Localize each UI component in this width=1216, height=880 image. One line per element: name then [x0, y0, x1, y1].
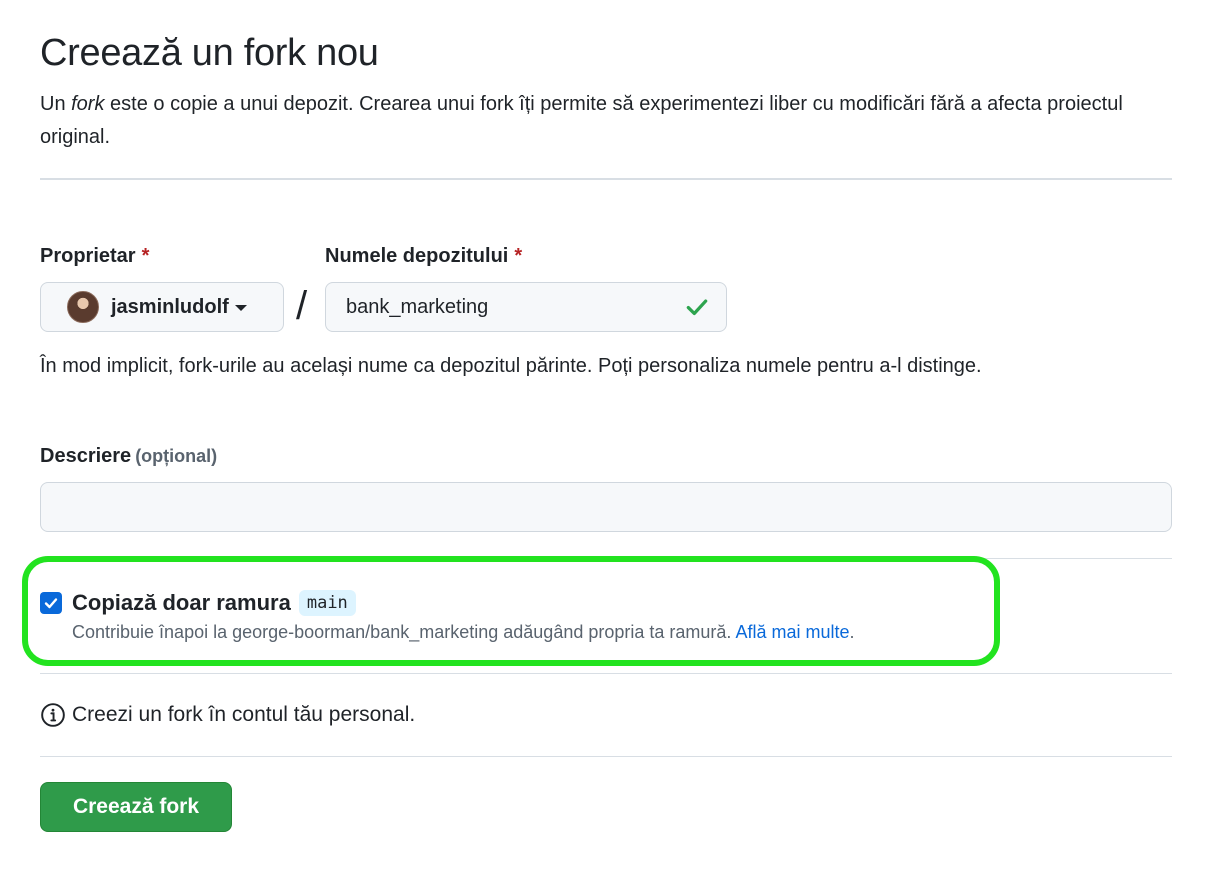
learn-more-link[interactable]: Află mai multe	[735, 622, 849, 642]
chevron-down-icon	[234, 305, 247, 311]
description-label-text: Descriere	[40, 445, 132, 467]
branch-name-tag: main	[298, 590, 356, 616]
description-label: Descriere (opțional)	[40, 442, 1172, 470]
repo-name-label-text: Numele depozitului	[325, 245, 509, 267]
description-field: Descriere (opțional)	[40, 442, 1172, 532]
owner-label: Proprietar *	[40, 242, 284, 270]
repo-name-hint: În mod implicit, fork-urile au același n…	[40, 355, 982, 377]
owner-name: jasminludolf	[111, 295, 229, 318]
checkmark-icon	[44, 598, 58, 609]
lead-rest: este o copie a unui depozit. Crearea unu…	[40, 93, 1123, 148]
divider	[40, 178, 1172, 180]
repo-name-field: Numele depozitului * bank_marketing	[325, 242, 727, 332]
copy-branch-note-text: Contribuie înapoi la george-boorman/bank…	[72, 622, 732, 642]
page-description: Un fork este o copie a unui depozit. Cre…	[40, 88, 1172, 154]
account-info: Creezi un fork în contul tău personal.	[40, 702, 415, 728]
repo-name-label: Numele depozitului *	[325, 242, 727, 270]
check-icon	[686, 299, 708, 316]
fork-form: Creează un fork nou Un fork este o copie…	[22, 30, 1172, 832]
note-end: .	[849, 622, 855, 642]
divider	[40, 673, 1172, 674]
required-mark: *	[141, 245, 150, 267]
info-icon	[41, 703, 65, 727]
repo-name-value: bank_marketing	[346, 295, 489, 318]
owner-select[interactable]: jasminludolf	[40, 282, 284, 332]
create-fork-button[interactable]: Creează fork	[40, 782, 232, 832]
owner-label-text: Proprietar	[40, 245, 136, 267]
divider	[40, 756, 1172, 757]
lead-emphasis: fork	[71, 93, 105, 115]
account-info-text: Creezi un fork în contul tău personal.	[72, 703, 416, 726]
owner-field: Proprietar * jasminludolf	[40, 242, 284, 332]
required-mark: *	[514, 245, 523, 267]
owner-repo-separator: /	[296, 284, 308, 328]
description-input[interactable]	[40, 482, 1172, 532]
page-title: Creează un fork nou	[40, 32, 379, 74]
repo-name-input[interactable]: bank_marketing	[325, 282, 727, 332]
lead-prefix: Un	[40, 93, 72, 115]
avatar	[67, 291, 99, 323]
copy-branch-note: Contribuie înapoi la george-boorman/bank…	[72, 622, 855, 643]
copy-branch-label[interactable]: Copiază doar ramura	[72, 590, 291, 616]
copy-branch-option: Copiază doar ramura main	[40, 590, 356, 616]
optional-tag: (opțional)	[135, 446, 218, 466]
copy-branch-checkbox[interactable]	[40, 592, 62, 614]
